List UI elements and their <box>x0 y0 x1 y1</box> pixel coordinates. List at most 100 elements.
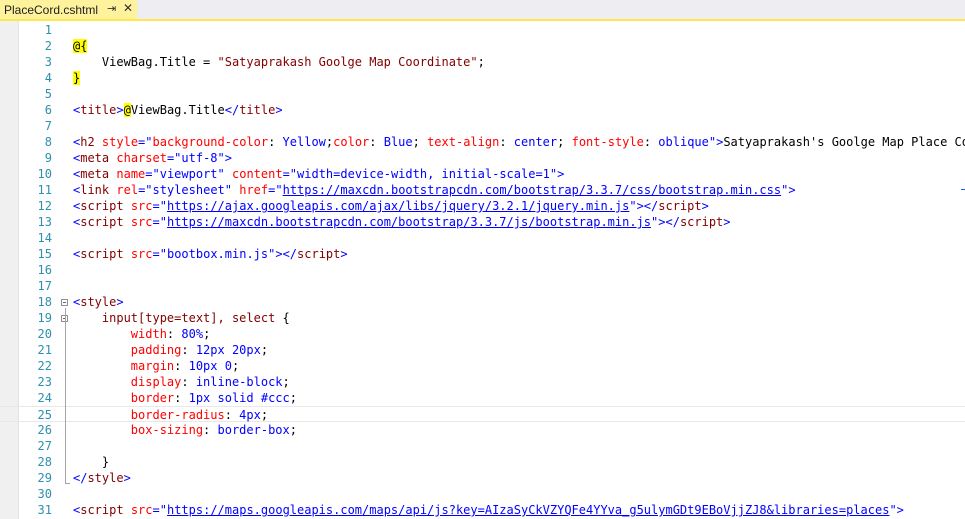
code-line[interactable]: 31 <script src="https://maps.googleapis.c… <box>0 502 965 518</box>
code-token: : <box>166 327 182 341</box>
code-line[interactable]: 13 <script src="https://maxcdn.bootstrapc… <box>0 214 965 230</box>
code-token: ; <box>260 343 269 357</box>
code-token: margin <box>130 359 175 373</box>
code-token[interactable]: https://maxcdn.bootstrapcdn.com/bootstra… <box>167 215 651 229</box>
line-number: 24 <box>37 391 52 405</box>
code-line[interactable]: 14 <box>0 230 965 246</box>
line-code: <script src="https://ajax.googleapis.com… <box>73 198 709 214</box>
code-line[interactable]: 30 <box>0 486 965 502</box>
code-token: src <box>130 247 153 261</box>
line-number: 25 <box>37 408 52 422</box>
fold-guide-end <box>65 483 70 484</box>
line-code: <script src="https://maps.googleapis.com… <box>73 502 904 518</box>
code-token: > <box>340 247 348 261</box>
code-token: ; <box>289 391 297 405</box>
code-token[interactable]: https://maxcdn.bootstrapcdn.com/bootstra… <box>283 183 782 197</box>
line-code: input[type=text], select { <box>73 310 290 326</box>
code-line[interactable]: 4} <box>0 70 965 86</box>
code-token: 12px 20px <box>195 343 261 357</box>
code-line[interactable]: 19 input[type=text], select { <box>0 310 965 326</box>
code-line[interactable]: 5 <box>0 86 965 102</box>
code-line[interactable]: 9 <meta charset="utf-8"> <box>0 150 965 166</box>
code-token: ; <box>282 375 290 389</box>
code-token: src <box>130 215 153 229</box>
code-line[interactable]: 1 <box>0 22 965 38</box>
code-token: { <box>275 311 290 325</box>
line-number: 20 <box>37 327 52 341</box>
fold-toggle-style[interactable] <box>61 299 68 306</box>
line-code: padding: 12px 20px; <box>73 342 268 358</box>
code-token: "> <box>549 167 565 181</box>
code-line[interactable]: 10 <meta name="viewport" content="width=d… <box>0 166 965 182</box>
code-token: ; <box>557 135 572 149</box>
code-line[interactable]: 15 <script src="bootbox.min.js"></script> <box>0 246 965 262</box>
line-number: 3 <box>44 55 52 69</box>
line-code: <meta charset="utf-8"> <box>73 150 232 166</box>
line-code: <title>@ViewBag.Title</title> <box>73 102 283 118</box>
code-line[interactable]: 6 <title>@ViewBag.Title</title> <box>0 102 965 118</box>
code-line[interactable]: 17 <box>0 278 965 294</box>
code-line[interactable]: 28 } <box>0 454 965 470</box>
pin-icon[interactable]: ⇥ <box>107 2 116 15</box>
code-token[interactable]: https://ajax.googleapis.com/ajax/libs/jq… <box>167 199 629 213</box>
code-token: @ <box>123 103 131 117</box>
code-token: =" <box>138 183 153 197</box>
code-line[interactable]: 7 <box>0 118 965 134</box>
code-token: =" <box>145 167 160 181</box>
code-token: ; <box>203 327 211 341</box>
code-token: : <box>181 375 196 389</box>
code-line[interactable]: 27 <box>0 438 965 454</box>
code-token: inline-block <box>195 375 283 389</box>
code-token: } <box>73 455 110 469</box>
code-token: ; <box>260 408 269 422</box>
line-code: box-sizing: border-box; <box>73 422 297 438</box>
line-number: 17 <box>37 279 52 293</box>
code-line[interactable]: 3 ViewBag.Title = "Satyaprakash Goolge M… <box>0 54 965 70</box>
close-icon[interactable]: ✕ <box>123 1 133 15</box>
code-line[interactable]: 25 border-radius: 4px; <box>0 406 965 422</box>
code-line[interactable]: 24 border: 1px solid #ccc; <box>0 390 965 406</box>
code-token: border <box>130 391 175 405</box>
code-token[interactable]: https://maps.googleapis.com/maps/api/js?… <box>167 503 889 517</box>
code-line[interactable]: 2 @{ <box>0 38 965 54</box>
code-line[interactable]: 12 <script src="https://ajax.googleapis.c… <box>0 198 965 214</box>
code-token: > <box>123 471 131 485</box>
code-line[interactable]: 26 box-sizing: border-box; <box>0 422 965 438</box>
code-line[interactable]: 16 <box>0 262 965 278</box>
tab-placecord-cshtml[interactable]: PlaceCord.cshtml ⇥ ✕ <box>0 0 137 19</box>
code-line[interactable]: 21 padding: 12px 20px; <box>0 342 965 358</box>
code-token: =" <box>166 151 182 165</box>
code-line[interactable]: 22 margin: 10px 0; <box>0 358 965 374</box>
code-line[interactable]: 8 <h2 style="background-color: Yellow;col… <box>0 134 965 150</box>
code-token: script <box>80 199 124 213</box>
code-token: "></ <box>629 199 659 213</box>
code-token: h2 <box>80 135 95 149</box>
code-token: "Satyaprakash Goolge Map Coordinate" <box>217 55 478 69</box>
code-token: title <box>239 103 276 117</box>
code-line[interactable]: 23 display: inline-block; <box>0 374 965 390</box>
line-code: } <box>73 454 109 470</box>
code-editor[interactable]: 1 2 @{3 ViewBag.Title = "Satyaprakash Gool… <box>0 21 965 519</box>
code-line[interactable]: 29 </style> <box>0 470 965 486</box>
code-token: : <box>174 359 189 373</box>
line-number: 29 <box>37 471 52 485</box>
code-token: 1px solid #ccc <box>188 391 290 405</box>
code-token: charset <box>116 151 167 165</box>
code-token: script <box>80 503 124 517</box>
code-line[interactable]: 20 width: 80%; <box>0 326 965 342</box>
code-line[interactable]: 18 <style> <box>0 294 965 310</box>
code-token: > <box>723 215 731 229</box>
code-line[interactable]: 11 <link rel="stylesheet" href="https://m… <box>0 182 965 198</box>
code-token: padding <box>130 343 182 357</box>
code-token: title <box>80 103 117 117</box>
